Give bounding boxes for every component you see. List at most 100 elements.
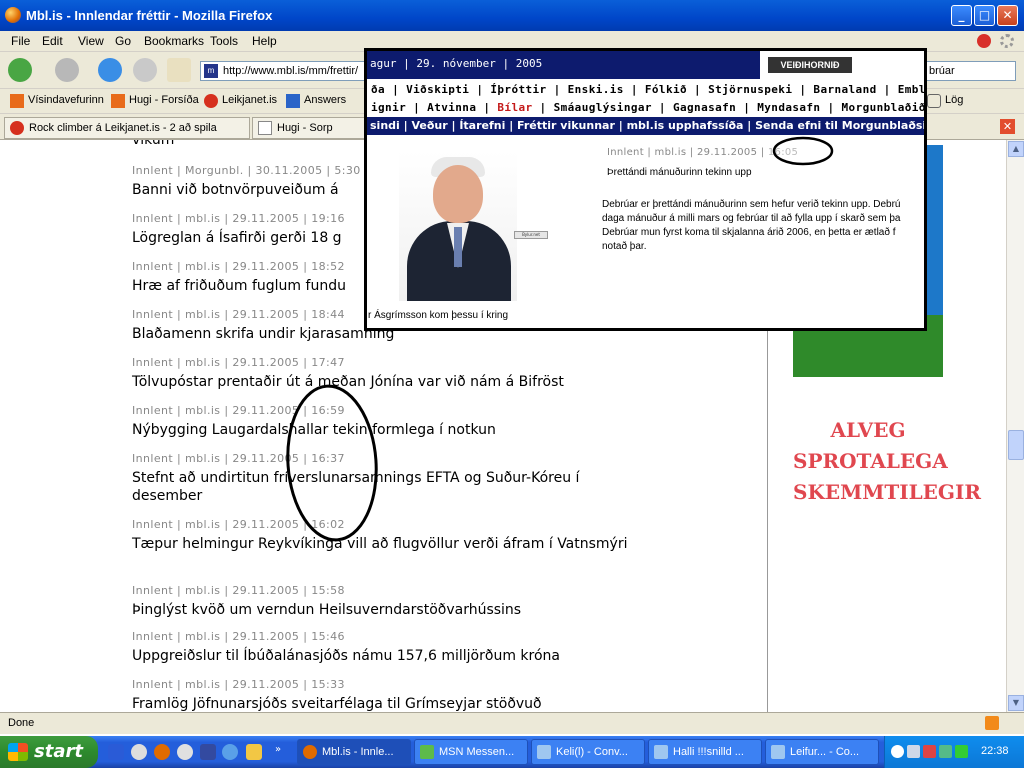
taskbar-clock: 22:38 (981, 745, 1009, 757)
window-title: Mbl.is - Innlendar fréttir - Mozilla Fir… (26, 8, 273, 23)
system-tray: 22:38 (884, 736, 1024, 768)
internet-explorer-icon[interactable] (222, 744, 238, 760)
article-title[interactable]: Nýbygging Laugardalshallar tekin formleg… (132, 421, 652, 439)
tab-rock-climber[interactable]: Rock climber á Leikjanet.is - 2 að spila (4, 117, 250, 139)
alert-icon[interactable] (977, 34, 991, 48)
vertical-scrollbar[interactable]: ▲ ▼ (1006, 140, 1024, 712)
politician-photo (399, 151, 517, 301)
red-ball-icon (10, 121, 24, 135)
popup-nav-row-1[interactable]: ða | Viðskipti | Íþróttir | Enski.is | F… (367, 82, 924, 99)
popup-headline: Þrettándi mánuðurinn tekinn upp (607, 167, 752, 178)
taskbar-item-halli[interactable]: Halli !!!snilld ... (648, 739, 762, 765)
tab-hugi-sorp[interactable]: Hugi - Sorp (252, 117, 367, 139)
article-meta: Innlent | Morgunbl. | 30.11.2005 | 5:30 (132, 164, 361, 177)
menu-file[interactable]: File (11, 34, 30, 48)
network-icon[interactable] (907, 745, 920, 758)
bookmark-log[interactable]: Lög (927, 94, 963, 108)
firefox-icon (303, 745, 317, 759)
article-meta: Innlent | mbl.is | 29.11.2005 | 16:59 (132, 404, 345, 417)
photo-caption: r Ásgrímsson kom þessu í kring (368, 310, 509, 321)
msn-icon (420, 745, 434, 759)
h-icon (10, 94, 24, 108)
folder-icon[interactable] (246, 744, 262, 760)
article-meta: Innlent | mbl.is | 29.11.2005 | 16:37 (132, 452, 345, 465)
bookmark-hugi[interactable]: Hugi - Forsíða (111, 94, 199, 108)
article-meta: Innlent | mbl.is | 29.11.2005 | 15:33 (132, 678, 345, 691)
media-player-icon[interactable] (131, 744, 147, 760)
bookmark-leikjanet[interactable]: Leikjanet.is (204, 94, 277, 108)
security-icon[interactable] (923, 745, 936, 758)
taskbar-item-firefox[interactable]: Mbl.is - Innle... (297, 739, 411, 765)
menu-bookmarks[interactable]: Bookmarks (144, 34, 204, 48)
menu-help[interactable]: Help (252, 34, 277, 48)
article-meta: Innlent | mbl.is | 29.11.2005 | 15:58 (132, 584, 345, 597)
nav-link-bilar[interactable]: Bílar (497, 101, 532, 114)
close-button[interactable]: ✕ (997, 5, 1018, 26)
rss-feed-icon[interactable] (985, 716, 999, 730)
article-meta: Innlent | mbl.is | 29.11.2005 | 16:02 (132, 518, 345, 531)
popup-article-time: 16:05 (767, 147, 799, 158)
article-meta: Innlent | mbl.is | 29.11.2005 | 19:16 (132, 212, 345, 225)
answers-icon (286, 94, 300, 108)
chevron-right-icon[interactable]: » (275, 744, 291, 760)
close-tab-button[interactable]: ✕ (1000, 119, 1015, 134)
stop-icon[interactable] (133, 58, 157, 82)
taskbar-item-leifur[interactable]: Leifur... - Co... (765, 739, 879, 765)
article-meta: Innlent | mbl.is | 29.11.2005 | 18:52 (132, 260, 345, 273)
scrollbar-thumb[interactable] (1008, 430, 1024, 460)
address-bar-url: http://www.mbl.is/mm/frettir/ (223, 65, 359, 77)
start-button[interactable]: start (0, 736, 98, 768)
word-icon[interactable] (108, 744, 124, 760)
reload-icon[interactable] (98, 58, 122, 82)
popup-ad-logo[interactable]: VEIÐIHORNIÐ (760, 51, 924, 79)
messenger-icon[interactable] (177, 744, 193, 760)
article-title[interactable]: Stefnt að undirtitun fríverslunarsamning… (132, 469, 652, 505)
photo-name-plate: Bylur.net (514, 231, 548, 239)
windows-taskbar: start » Mbl.is - Innle... MSN Messen... … (0, 736, 1024, 768)
menu-edit[interactable]: Edit (42, 34, 63, 48)
site-favicon-icon: m (204, 64, 218, 78)
chevron-left-icon[interactable] (891, 745, 904, 758)
bookmark-visindavefurinn[interactable]: Vísindavefurinn (10, 94, 104, 108)
scroll-up-arrow-icon[interactable]: ▲ (1008, 141, 1024, 157)
maximize-button[interactable]: □ (974, 5, 995, 26)
article-title[interactable]: Uppgreiðslur til Íbúðalánasjóðs námu 157… (132, 647, 652, 665)
popup-nav-row-3[interactable]: sindi | Veður | Ítarefni | Fréttir vikun… (367, 117, 924, 135)
popup-nav-row-2[interactable]: ignir | Atvinna | Bílar | Smáauglýsingar… (367, 99, 924, 116)
conversation-icon (654, 745, 668, 759)
article-title[interactable]: Tölvupóstar prentaðir út á meðan Jónína … (132, 373, 652, 391)
taskbar-item-keli[interactable]: Keli(l) - Conv... (531, 739, 645, 765)
bookmark-icon (927, 94, 941, 108)
article-title[interactable]: Tæpur helmingur Reykvíkinga vill að flug… (132, 535, 652, 553)
ad-text: ALVEG SPROTALEGA SKEMMTILEGIR (793, 418, 981, 504)
menu-view[interactable]: View (78, 34, 104, 48)
firefox-icon[interactable] (154, 744, 170, 760)
popup-date-bar: agur | 29. nóvember | 2005 (367, 51, 760, 79)
minimize-button[interactable]: _ (951, 5, 972, 26)
conversation-icon (771, 745, 785, 759)
search-input[interactable]: brúar (924, 61, 1016, 81)
menu-go[interactable]: Go (115, 34, 131, 48)
messenger-tray-icon[interactable] (939, 745, 952, 758)
address-bar[interactable]: m http://www.mbl.is/mm/frettir/ (200, 61, 368, 81)
article-popup[interactable]: agur | 29. nóvember | 2005 VEIÐIHORNIÐ ð… (364, 48, 927, 331)
conversation-icon (537, 745, 551, 759)
scroll-down-arrow-icon[interactable]: ▼ (1008, 695, 1024, 711)
bookmark-answers[interactable]: Answers (286, 94, 346, 108)
home-icon[interactable] (167, 58, 191, 82)
article-title[interactable]: Þinglýst kvöð um verndun Heilsuverndarst… (132, 601, 652, 619)
status-text: Done (8, 717, 35, 729)
windows-logo-icon (8, 743, 28, 761)
menu-tools[interactable]: Tools (210, 34, 238, 48)
firefox-icon (5, 7, 21, 23)
article-title[interactable]: Framlög Jöfnunarsjóðs sveitarfélaga til … (132, 695, 652, 712)
popup-article-meta: Innlent | mbl.is | 29.11.2005 | 16:05 (607, 147, 799, 158)
forward-arrow-icon[interactable] (55, 58, 79, 82)
h-icon (111, 94, 125, 108)
save-icon[interactable] (200, 744, 216, 760)
back-arrow-icon[interactable] (8, 58, 32, 82)
throbber-icon (1000, 34, 1014, 48)
signal-icon[interactable] (955, 745, 968, 758)
article-title[interactable]: vikum (132, 140, 174, 149)
taskbar-item-msn[interactable]: MSN Messen... (414, 739, 528, 765)
